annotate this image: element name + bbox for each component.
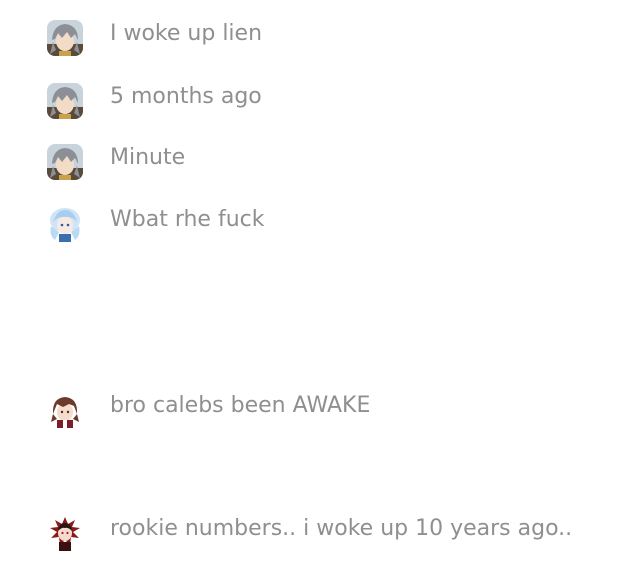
avatar-image	[47, 20, 83, 56]
avatar-image	[47, 144, 83, 180]
avatar-image	[47, 392, 83, 428]
avatar-image	[47, 206, 83, 242]
chat-message: rookie numbers.. i woke up 10 years ago.…	[0, 515, 637, 555]
gray-haired-character-avatar[interactable]	[47, 83, 83, 119]
message-text: 5 months ago	[110, 84, 262, 109]
chat-message: Minute	[0, 144, 637, 184]
chat-message: I woke up lien	[0, 20, 637, 60]
chat-messages: I woke up lien 5 months ago Minute Wbat …	[0, 0, 637, 574]
brown-haired-character-avatar[interactable]	[47, 392, 83, 428]
gray-haired-character-avatar[interactable]	[47, 20, 83, 56]
chat-message: Wbat rhe fuck	[0, 206, 637, 246]
gray-haired-character-avatar[interactable]	[47, 144, 83, 180]
message-text: Wbat rhe fuck	[110, 207, 265, 232]
dark-red-character-avatar[interactable]	[47, 515, 83, 551]
message-text: bro calebs been AWAKE	[110, 393, 371, 418]
chat-message: bro calebs been AWAKE	[0, 392, 637, 432]
avatar-image	[47, 515, 83, 551]
avatar-image	[47, 83, 83, 119]
chat-message: 5 months ago	[0, 83, 637, 123]
blue-character-avatar[interactable]	[47, 206, 83, 242]
message-text: rookie numbers.. i woke up 10 years ago.…	[110, 516, 573, 541]
message-text: I woke up lien	[110, 21, 263, 46]
message-text: Minute	[110, 145, 186, 170]
